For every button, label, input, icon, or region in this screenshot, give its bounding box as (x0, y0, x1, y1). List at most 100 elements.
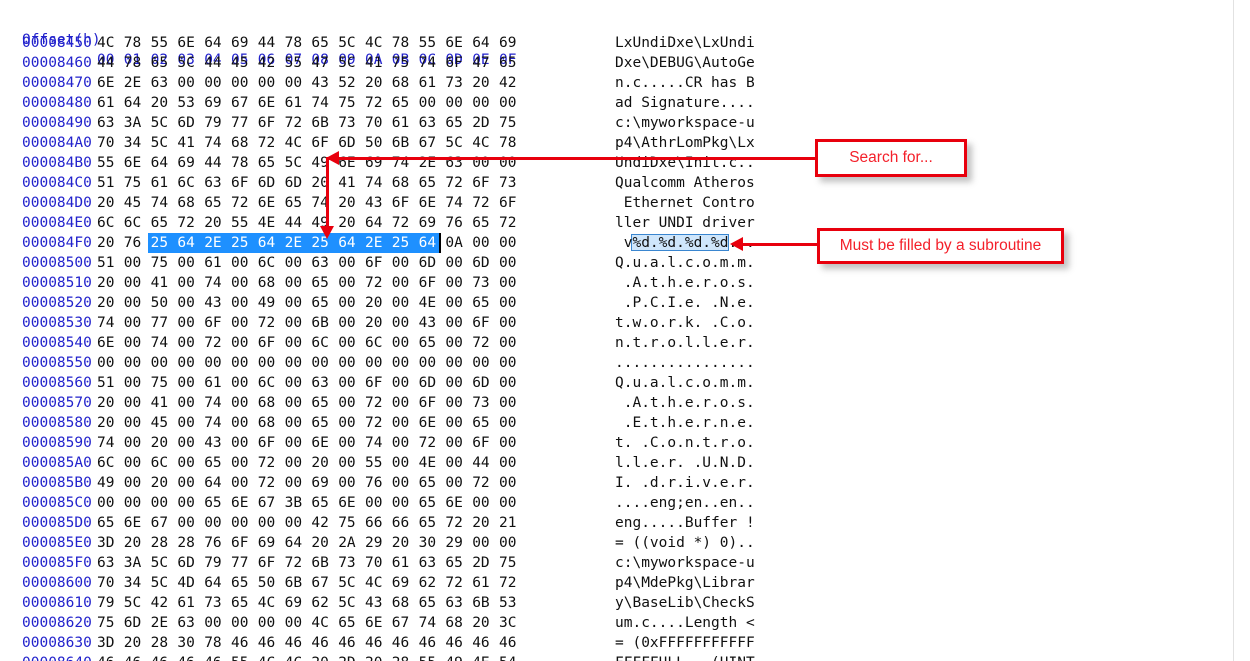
hex-byte-cell[interactable]: 00 (419, 353, 442, 373)
hex-byte-cell[interactable]: 00 (285, 313, 308, 333)
hex-byte-cell[interactable]: 46 (445, 633, 468, 653)
hex-byte-cell[interactable]: 70 (365, 113, 388, 133)
hex-byte-cell[interactable]: 43 (365, 193, 388, 213)
hex-byte-cell[interactable]: 6E (419, 413, 442, 433)
hex-byte-cell[interactable]: 00 (499, 313, 522, 333)
hex-byte-cell[interactable]: 28 (392, 653, 415, 661)
hex-byte-cell[interactable]: 6E (365, 613, 388, 633)
hex-byte-cell[interactable]: 00 (285, 473, 308, 493)
hex-byte-cell[interactable]: 69 (419, 213, 442, 233)
hex-byte-cell[interactable]: 00 (204, 73, 227, 93)
hex-byte-cell[interactable]: 73 (338, 553, 361, 573)
hex-byte-cell[interactable]: 41 (177, 133, 200, 153)
hex-byte-cell[interactable]: 00 (338, 253, 361, 273)
hex-byte-cell[interactable]: 65 (472, 213, 495, 233)
hex-byte-cell[interactable]: 00 (285, 293, 308, 313)
hex-byte-cell[interactable]: 00 (445, 313, 468, 333)
hex-byte-cell[interactable]: 69 (177, 153, 200, 173)
hex-byte-cell[interactable]: 72 (258, 133, 281, 153)
hex-byte-cell[interactable]: 6E (258, 93, 281, 113)
hex-editor-pane[interactable]: Offset(h) 00 01 02 03 04 05 06 07 08 09 0A 0B 0C 0D 0E… (0, 0, 1234, 661)
hex-byte-cell[interactable]: 6E (445, 33, 468, 53)
hex-byte-cell[interactable]: 64 (151, 153, 174, 173)
hex-byte-cell[interactable]: 64 (365, 213, 388, 233)
hex-byte-cell[interactable]: 47 (472, 53, 495, 73)
hex-byte-cell[interactable]: 6E (124, 153, 147, 173)
hex-byte-cell[interactable]: 00 (204, 353, 227, 373)
hex-byte-cell[interactable]: 69 (285, 593, 308, 613)
hex-byte-cell[interactable]: 00 (392, 253, 415, 273)
row-ascii[interactable]: = (0xFFFFFFFFFFF (615, 633, 755, 653)
hex-byte-cell[interactable]: 00 (124, 313, 147, 333)
hex-byte-cell[interactable]: 3D (97, 633, 120, 653)
hex-byte-cell[interactable]: 72 (177, 213, 200, 233)
hex-byte-cell[interactable]: 00 (177, 253, 200, 273)
row-ascii[interactable]: ................ (615, 353, 755, 373)
hex-byte-cell[interactable]: 64 (419, 233, 442, 253)
hex-byte-cell[interactable]: 45 (231, 53, 254, 73)
hex-byte-cell[interactable]: 6F (472, 173, 495, 193)
hex-byte-cell[interactable]: 70 (97, 573, 120, 593)
hex-byte-cell[interactable]: 46 (97, 653, 120, 661)
hex-byte-cell[interactable]: 20 (151, 473, 174, 493)
hex-byte-cell[interactable]: 46 (472, 633, 495, 653)
hex-byte-cell[interactable]: 20 (365, 73, 388, 93)
hex-byte-cell[interactable]: 44 (285, 213, 308, 233)
hex-byte-cell[interactable]: 42 (258, 53, 281, 73)
hex-byte-cell[interactable]: 6F (204, 313, 227, 333)
hex-byte-cell[interactable]: 20 (365, 313, 388, 333)
hex-byte-cell[interactable]: 00 (392, 293, 415, 313)
hex-byte-cell[interactable]: 00 (258, 353, 281, 373)
hex-byte-cell[interactable]: 65 (204, 193, 227, 213)
row-ascii[interactable]: n.t.r.o.l.l.e.r. (615, 333, 755, 353)
hex-byte-cell[interactable]: 29 (445, 533, 468, 553)
hex-byte-cell[interactable]: 44 (204, 153, 227, 173)
row-ascii[interactable]: .A.t.h.e.r.o.s. (615, 273, 755, 293)
hex-byte-cell[interactable]: 63 (445, 593, 468, 613)
hex-byte-cell[interactable]: 6D (177, 553, 200, 573)
hex-byte-cell[interactable]: 20 (97, 413, 120, 433)
hex-byte-cell[interactable]: 20 (124, 633, 147, 653)
hex-byte-cell[interactable]: 65 (419, 173, 442, 193)
hex-byte-cell[interactable]: 00 (97, 493, 120, 513)
hex-byte-cell[interactable]: 51 (97, 373, 120, 393)
row-ascii[interactable]: n.c.....CR has B (615, 73, 755, 93)
hex-byte-cell[interactable]: 73 (204, 593, 227, 613)
hex-byte-cell[interactable]: 76 (445, 213, 468, 233)
hex-byte-cell[interactable]: 75 (124, 173, 147, 193)
hex-byte-cell[interactable]: 2E (151, 613, 174, 633)
hex-byte-cell[interactable]: 78 (392, 33, 415, 53)
hex-byte-cell[interactable]: 65 (392, 93, 415, 113)
hex-byte-cell[interactable]: 61 (392, 553, 415, 573)
hex-byte-cell[interactable]: 72 (445, 173, 468, 193)
hex-byte-cell[interactable]: 6D (419, 373, 442, 393)
hex-byte-cell[interactable]: 64 (204, 473, 227, 493)
hex-byte-cell[interactable]: 00 (472, 153, 495, 173)
hex-byte-cell[interactable]: 25 (392, 233, 415, 253)
hex-byte-cell[interactable]: 00 (231, 513, 254, 533)
hex-byte-cell[interactable]: 6C (311, 333, 334, 353)
hex-byte-cell[interactable]: 65 (419, 333, 442, 353)
hex-byte-cell[interactable]: 51 (97, 173, 120, 193)
hex-byte-cell[interactable]: 00 (177, 453, 200, 473)
hex-byte-cell[interactable]: 00 (231, 293, 254, 313)
hex-byte-cell[interactable]: 00 (177, 413, 200, 433)
hex-byte-cell[interactable]: 5C (285, 153, 308, 173)
hex-byte-cell[interactable]: 34 (124, 133, 147, 153)
hex-byte-cell[interactable]: 61 (177, 593, 200, 613)
hex-byte-cell[interactable]: 4E (472, 653, 495, 661)
hex-byte-cell[interactable]: 00 (124, 493, 147, 513)
hex-byte-cell[interactable]: 61 (97, 93, 120, 113)
hex-byte-cell[interactable]: 66 (365, 513, 388, 533)
hex-byte-cell[interactable]: 00 (177, 373, 200, 393)
hex-byte-cell[interactable]: 65 (419, 593, 442, 613)
hex-byte-cell[interactable]: 65 (419, 473, 442, 493)
hex-byte-cell[interactable]: 00 (231, 453, 254, 473)
hex-byte-cell[interactable]: 65 (258, 153, 281, 173)
hex-byte-cell[interactable]: 20 (311, 453, 334, 473)
hex-byte-cell[interactable]: 2E (285, 233, 308, 253)
hex-byte-cell[interactable]: 00 (338, 453, 361, 473)
hex-byte-cell[interactable]: 74 (365, 433, 388, 453)
hex-byte-cell[interactable]: 00 (499, 93, 522, 113)
hex-byte-cell[interactable]: 00 (124, 253, 147, 273)
